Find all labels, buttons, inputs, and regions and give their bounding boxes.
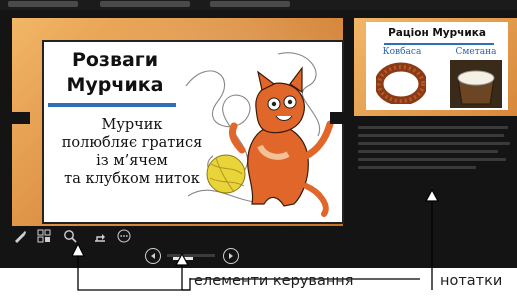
- annotation-controls-label: елементи керування: [194, 273, 354, 289]
- annotation-arrows: [71, 188, 440, 291]
- annotation-notes-label: нотатки: [440, 273, 503, 289]
